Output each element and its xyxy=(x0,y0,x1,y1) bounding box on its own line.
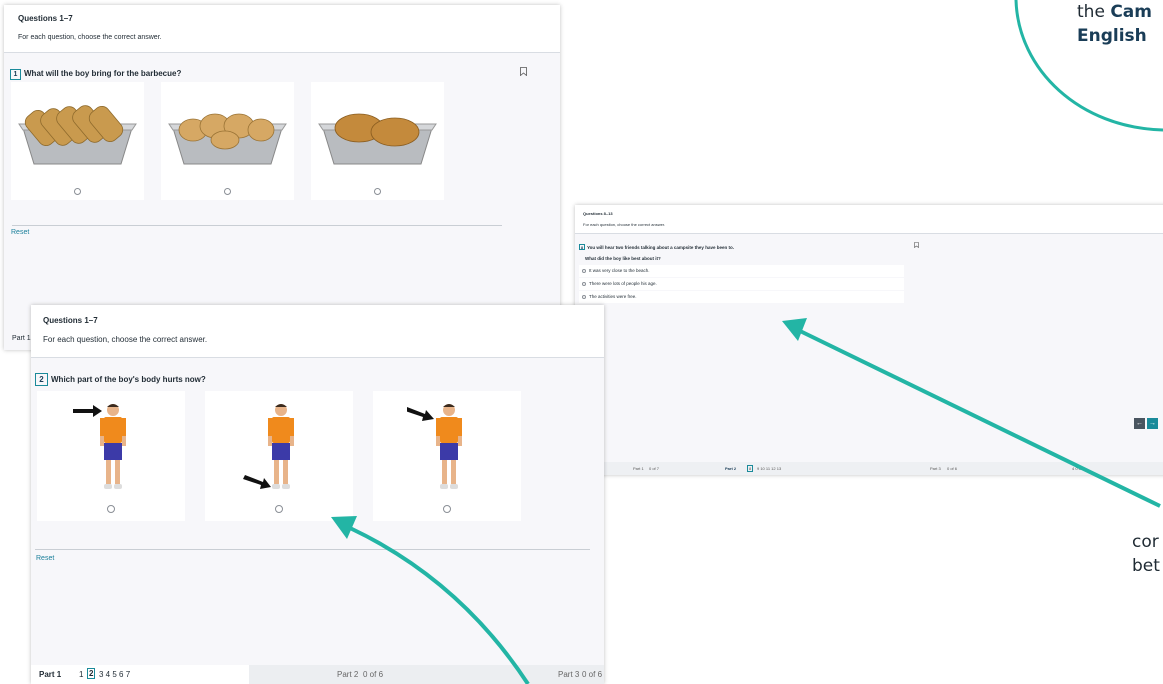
callout-text-right: cor bet xyxy=(1132,532,1160,576)
arrow-to-card3 xyxy=(349,526,530,684)
annotation-arrows xyxy=(331,318,1161,684)
arrowhead-card2 xyxy=(782,318,807,341)
arrow-to-card2 xyxy=(797,328,1161,508)
